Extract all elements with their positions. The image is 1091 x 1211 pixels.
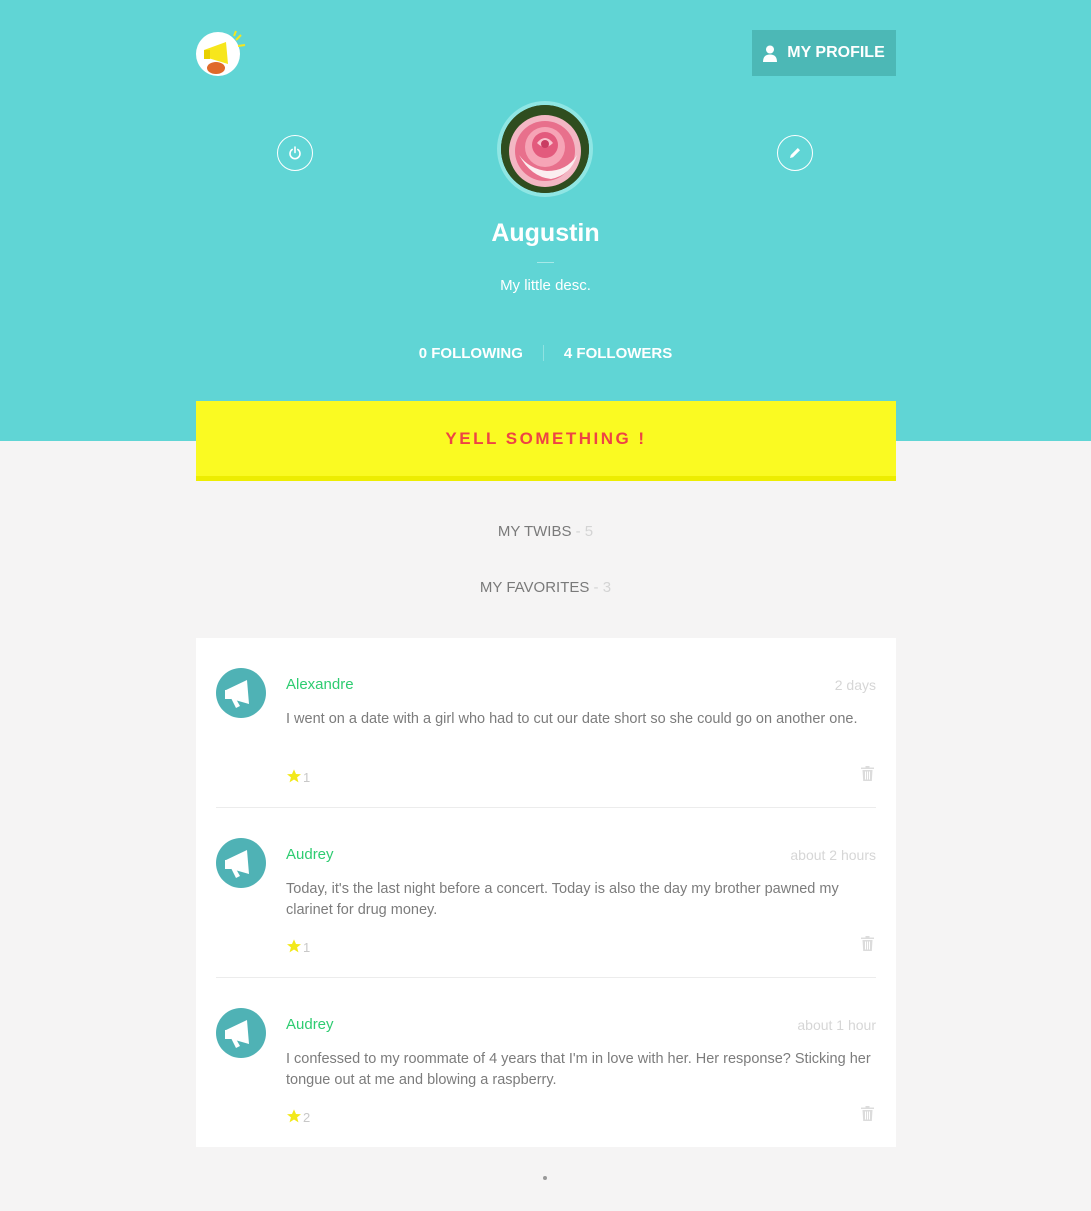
profile-avatar[interactable] <box>497 101 593 197</box>
favorite-button[interactable]: 1 <box>286 936 310 955</box>
favorite-button[interactable]: 2 <box>286 1106 310 1125</box>
list-item: Alexandre 2 days I went on a date with a… <box>216 638 876 808</box>
post-timestamp: 2 days <box>834 677 876 693</box>
my-profile-button[interactable]: MY PROFILE <box>752 30 896 76</box>
tab-my-favorites-count: - 3 <box>589 579 612 596</box>
profile-name: Augustin <box>491 219 600 247</box>
loading-dot <box>543 1176 547 1180</box>
tab-my-twibs-count: - 5 <box>571 523 594 540</box>
profile-stats: 0 FOLLOWING 4 FOLLOWERS <box>0 343 1091 363</box>
pencil-icon <box>790 148 800 158</box>
megaphone-avatar-icon[interactable] <box>216 1008 266 1058</box>
favorite-button[interactable]: 1 <box>286 766 310 785</box>
tab-my-favorites[interactable]: MY FAVORITES - 3 <box>0 579 1091 596</box>
trash-icon[interactable] <box>861 1106 874 1125</box>
user-icon <box>763 45 778 62</box>
followers-link[interactable]: 4 FOLLOWERS <box>564 345 672 362</box>
star-icon <box>287 1108 301 1122</box>
logout-button[interactable] <box>277 135 313 171</box>
list-item: Audrey about 1 hour I confessed to my ro… <box>216 978 876 1148</box>
post-author[interactable]: Alexandre <box>286 676 354 693</box>
megaphone-logo-icon[interactable] <box>196 30 250 78</box>
edit-profile-button[interactable] <box>777 135 813 171</box>
post-timestamp: about 2 hours <box>790 847 876 863</box>
post-text: I went on a date with a girl who had to … <box>286 711 858 727</box>
post-text: I confessed to my roommate of 4 years th… <box>286 1051 871 1088</box>
post-text: Today, it's the last night before a conc… <box>286 881 839 918</box>
star-icon <box>287 768 301 782</box>
post-author[interactable]: Audrey <box>286 1016 334 1033</box>
favorite-count: 1 <box>303 940 311 955</box>
post-timestamp: about 1 hour <box>797 1017 876 1033</box>
name-divider <box>537 262 554 263</box>
trash-icon[interactable] <box>861 766 874 785</box>
megaphone-avatar-icon[interactable] <box>216 668 266 718</box>
following-link[interactable]: 0 FOLLOWING <box>419 345 523 362</box>
favorite-count: 1 <box>303 770 311 785</box>
power-icon <box>289 146 301 160</box>
yell-something-button[interactable]: YELL SOMETHING ! <box>196 401 896 481</box>
trash-icon[interactable] <box>861 936 874 955</box>
tab-my-twibs-label: MY TWIBS <box>497 523 572 540</box>
tab-my-favorites-label: MY FAVORITES <box>479 579 590 596</box>
profile-description: My little desc. <box>500 277 591 294</box>
tab-my-twibs[interactable]: MY TWIBS - 5 <box>0 523 1091 540</box>
megaphone-avatar-icon[interactable] <box>216 838 266 888</box>
favorite-count: 2 <box>303 1110 311 1125</box>
twib-feed: Alexandre 2 days I went on a date with a… <box>196 638 896 1147</box>
post-author[interactable]: Audrey <box>286 846 334 863</box>
stats-divider <box>542 345 544 361</box>
list-item: Audrey about 2 hours Today, it's the las… <box>216 808 876 978</box>
star-icon <box>287 938 301 952</box>
my-profile-label: MY PROFILE <box>787 44 885 61</box>
